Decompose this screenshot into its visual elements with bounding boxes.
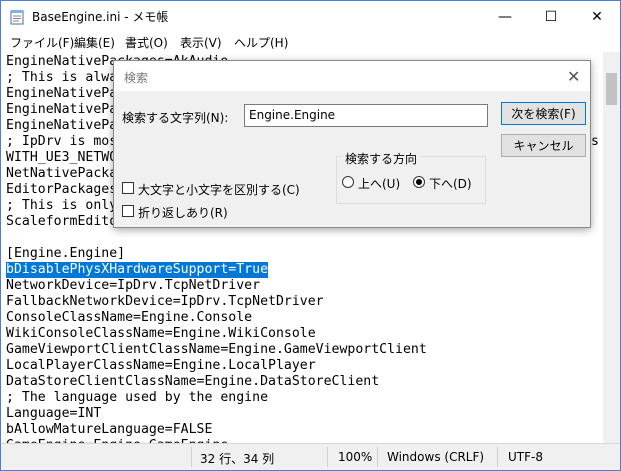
status-bar: 32 行、34 列 100% Windows (CRLF) UTF-8 bbox=[1, 443, 620, 470]
cancel-button[interactable]: キャンセル bbox=[501, 134, 586, 157]
menu-edit[interactable]: 編集(E) bbox=[74, 34, 115, 51]
status-separator bbox=[497, 447, 498, 467]
find-dialog-title-bar[interactable]: 検索 ✕ bbox=[114, 61, 590, 91]
menu-file[interactable]: ファイル(F) bbox=[10, 34, 74, 51]
text-line: ConsoleClassName=Engine.Console bbox=[6, 310, 253, 325]
close-icon: ✕ bbox=[591, 8, 603, 25]
match-case-checkbox[interactable] bbox=[122, 182, 134, 194]
close-button[interactable]: ✕ bbox=[574, 1, 620, 32]
direction-up-label[interactable]: 上へ(U) bbox=[358, 175, 400, 192]
title-bar[interactable]: BaseEngine.ini - メモ帳 — ☐ ✕ bbox=[1, 1, 620, 32]
match-case-label[interactable]: 大文字と小文字を区別する(C) bbox=[138, 181, 300, 198]
minimize-button[interactable]: — bbox=[482, 1, 528, 32]
menu-bar: ファイル(F) 編集(E) 書式(O) 表示(V) ヘルプ(H) bbox=[1, 32, 620, 52]
wrap-around-label[interactable]: 折り返しあり(R) bbox=[138, 204, 228, 221]
text-line: FallbackNetworkDevice=IpDrv.TcpNetDriver bbox=[6, 294, 324, 309]
notepad-app-icon bbox=[10, 10, 24, 25]
minimize-icon: — bbox=[498, 8, 512, 25]
text-line: bAllowMatureLanguage=FALSE bbox=[6, 422, 213, 437]
search-input[interactable]: Engine.Engine bbox=[244, 104, 488, 127]
find-dialog: 検索 ✕ 検索する文字列(N): Engine.Engine 次を検索(F) キ… bbox=[113, 60, 591, 228]
text-line: ; The language used by the engine bbox=[6, 390, 269, 405]
search-string-label: 検索する文字列(N): bbox=[122, 111, 229, 125]
find-dialog-close-icon[interactable]: ✕ bbox=[567, 67, 580, 86]
direction-group-label: 検索する方向 bbox=[342, 150, 421, 167]
selected-text-line: bDisablePhysXHardwareSupport=True bbox=[6, 262, 269, 278]
direction-down-label[interactable]: 下へ(D) bbox=[429, 175, 472, 192]
line-ending: Windows (CRLF) bbox=[387, 450, 485, 464]
text-line: LocalPlayerClassName=Engine.LocalPlayer bbox=[6, 358, 316, 373]
zoom-level: 100% bbox=[338, 450, 373, 464]
vertical-scrollbar[interactable] bbox=[603, 52, 620, 443]
notepad-window: BaseEngine.ini - メモ帳 — ☐ ✕ ファイル(F) 編集(E)… bbox=[0, 0, 621, 471]
direction-up-radio[interactable] bbox=[342, 176, 354, 188]
find-dialog-title: 検索 bbox=[124, 71, 149, 85]
encoding: UTF-8 bbox=[508, 450, 543, 464]
status-separator bbox=[327, 447, 328, 467]
cursor-position: 32 行、34 列 bbox=[200, 452, 275, 466]
maximize-button[interactable]: ☐ bbox=[528, 1, 574, 32]
text-line: ScaleformEditor bbox=[6, 214, 126, 229]
find-next-button[interactable]: 次を検索(F) bbox=[501, 102, 586, 125]
menu-help[interactable]: ヘルプ(H) bbox=[234, 34, 288, 51]
text-line: EditorPackages= bbox=[6, 182, 126, 197]
offscreen-text-fragment: s bbox=[591, 134, 599, 149]
text-line: NetworkDevice=IpDrv.TcpNetDriver bbox=[6, 278, 261, 293]
text-line: DataStoreClientClassName=Engine.DataStor… bbox=[6, 374, 380, 389]
text-line: Language=INT bbox=[6, 406, 102, 421]
status-separator bbox=[191, 447, 192, 467]
window-title: BaseEngine.ini - メモ帳 bbox=[32, 10, 169, 24]
text-line: WikiConsoleClassName=Engine.WikiConsole bbox=[6, 326, 316, 341]
maximize-icon: ☐ bbox=[544, 8, 558, 25]
menu-format[interactable]: 書式(O) bbox=[125, 34, 168, 51]
direction-down-radio[interactable] bbox=[413, 176, 425, 188]
scrollbar-thumb[interactable] bbox=[606, 73, 617, 105]
text-line: GameViewportClientClassName=Engine.GameV… bbox=[6, 342, 427, 357]
text-line: [Engine.Engine] bbox=[6, 246, 126, 261]
menu-view[interactable]: 表示(V) bbox=[180, 34, 222, 51]
wrap-around-checkbox[interactable] bbox=[122, 205, 134, 217]
status-separator bbox=[377, 447, 378, 467]
